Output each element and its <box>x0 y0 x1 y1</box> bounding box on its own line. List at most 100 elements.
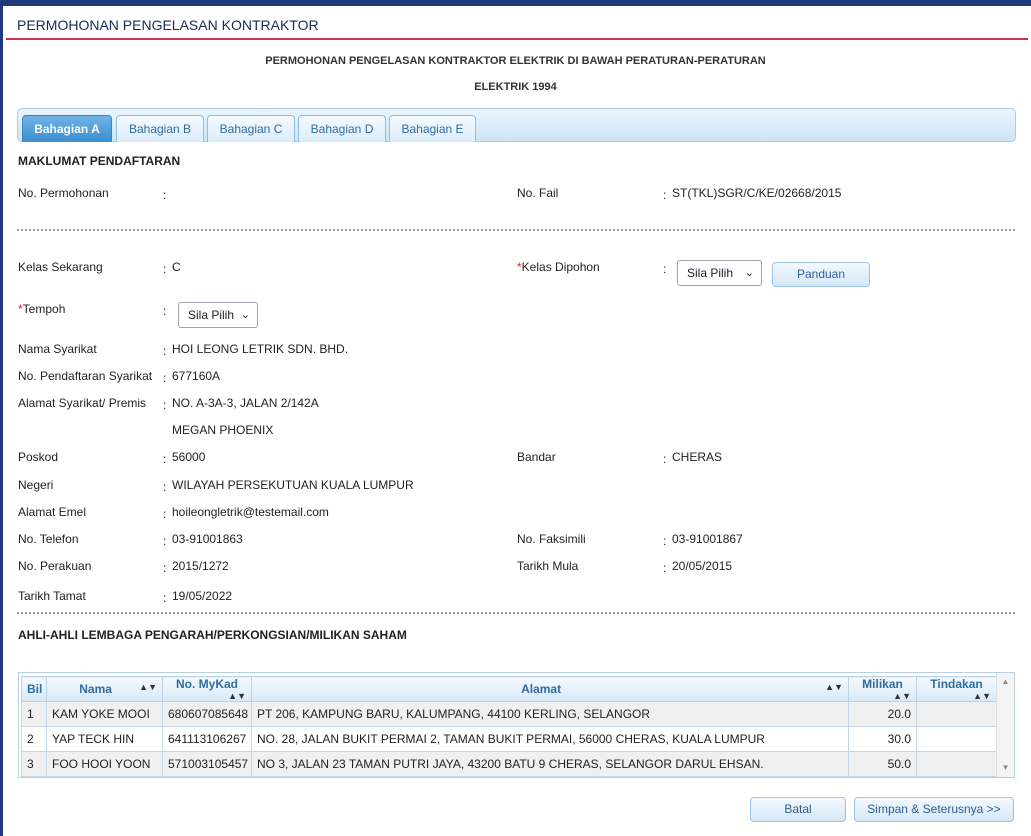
label-tarikh-tamat: Tarikh Tamat <box>18 589 86 603</box>
colon: : <box>163 371 167 385</box>
column-header-bil[interactable]: Bil <box>21 676 47 702</box>
column-header-milikan[interactable]: Milikan ▲▼ <box>848 676 917 702</box>
members-grid: Bil Nama ▲▼ No. MyKad ▲▼ Alamat ▲▼ Milikan ▲… <box>18 672 1015 778</box>
label-telefon: No. Telefon <box>18 532 79 546</box>
cell-tindakan[interactable] <box>916 726 997 752</box>
cell-nama: FOO HOOI YOON <box>46 751 163 777</box>
value-bandar: CHERAS <box>672 450 723 464</box>
label-no-fail: No. Fail <box>517 186 559 200</box>
cell-mykad: 571003105457 <box>162 751 252 777</box>
section-heading-members: AHLI-AHLI LEMBAGA PENGARAH/PERKONGSIAN/M… <box>18 628 407 642</box>
label-tarikh-mula: Tarikh Mula <box>517 559 579 573</box>
cell-bil: 2 <box>21 726 47 752</box>
label-faksimili: No. Faksimili <box>517 532 586 546</box>
table-row[interactable]: 2 YAP TECK HIN 641113106267 NO. 28, JALA… <box>21 726 997 752</box>
colon: : <box>163 591 167 605</box>
value-alamat-line1: NO. A-3A-3, JALAN 2/142A <box>172 396 319 410</box>
value-nama-syarikat: HOI LEONG LETRIK SDN. BHD. <box>172 342 349 356</box>
value-negeri: WILAYAH PERSEKUTUAN KUALA LUMPUR <box>172 478 414 492</box>
batal-button[interactable]: Batal <box>750 797 846 822</box>
table-row[interactable]: 1 KAM YOKE MOOI 680607085648 PT 206, KAM… <box>21 701 997 727</box>
column-header-mykad[interactable]: No. MyKad ▲▼ <box>162 676 252 702</box>
colon: : <box>163 398 167 412</box>
value-telefon: 03-91001863 <box>172 532 243 546</box>
label-kelas-sekarang: Kelas Sekarang <box>18 260 103 274</box>
value-no-pendaftaran: 677160A <box>172 369 221 383</box>
colon: : <box>663 561 667 575</box>
tab-bar: Bahagian A Bahagian B Bahagian C Bahagia… <box>17 108 1016 142</box>
form-title-line2: ELEKTRIK 1994 <box>474 81 557 93</box>
scroll-up-icon[interactable]: ▲ <box>997 675 1014 689</box>
simpan-seterusnya-button[interactable]: Simpan & Seterusnya >> <box>854 797 1014 822</box>
value-tarikh-mula: 20/05/2015 <box>672 559 733 573</box>
sort-icon: ▲▼ <box>973 691 991 701</box>
value-tarikh-tamat: 19/05/2022 <box>172 589 233 603</box>
tempoh-select[interactable]: Sila Pilih ⌄ <box>178 302 258 328</box>
sort-icon: ▲▼ <box>228 691 246 701</box>
cell-tindakan[interactable] <box>916 701 997 727</box>
value-kelas-sekarang: C <box>172 260 181 274</box>
value-no-fail: ST(TKL)SGR/C/KE/02668/2015 <box>672 186 842 200</box>
cell-alamat: NO. 28, JALAN BUKIT PERMAI 2, TAMAN BUKI… <box>251 726 849 752</box>
cell-nama: YAP TECK HIN <box>46 726 163 752</box>
cell-milikan: 50.0 <box>848 751 917 777</box>
tab-bahagian-c[interactable]: Bahagian C <box>207 115 295 142</box>
colon: : <box>163 507 167 521</box>
value-emel: hoileongletrik@testemail.com <box>172 505 329 519</box>
table-row[interactable]: 3 FOO HOOI YOON 571003105457 NO 3, JALAN… <box>21 751 997 777</box>
column-header-nama[interactable]: Nama ▲▼ <box>46 676 163 702</box>
cell-bil: 1 <box>21 701 47 727</box>
cell-alamat: NO 3, JALAN 23 TAMAN PUTRI JAYA, 43200 B… <box>251 751 849 777</box>
colon: : <box>163 188 167 202</box>
label-no-pendaftaran: No. Pendaftaran Syarikat <box>18 369 153 383</box>
dotted-divider <box>17 612 1015 614</box>
cell-mykad: 641113106267 <box>162 726 252 752</box>
colon: : <box>163 262 167 276</box>
section-heading-registration: MAKLUMAT PENDAFTARAN <box>18 154 181 168</box>
colon: : <box>663 452 667 466</box>
value-perakuan: 2015/1272 <box>172 559 229 573</box>
chevron-down-icon: ⌄ <box>744 267 754 279</box>
label-nama-syarikat: Nama Syarikat <box>18 342 97 356</box>
label-perakuan: No. Perakuan <box>18 559 92 573</box>
cell-tindakan[interactable] <box>916 751 997 777</box>
tab-bahagian-e[interactable]: Bahagian E <box>389 115 476 142</box>
panduan-button[interactable]: Panduan <box>772 262 870 287</box>
table-header-row: Bil Nama ▲▼ No. MyKad ▲▼ Alamat ▲▼ Milikan ▲… <box>21 676 997 702</box>
sort-icon: ▲▼ <box>893 691 911 701</box>
colon: : <box>163 561 167 575</box>
grid-scrollbar[interactable]: ▲ ▼ <box>996 673 1014 777</box>
tab-bahagian-a[interactable]: Bahagian A <box>22 115 112 142</box>
sort-icon: ▲▼ <box>139 682 157 692</box>
page-title: PERMOHONAN PENGELASAN KONTRAKTOR <box>17 17 319 33</box>
chevron-down-icon: ⌄ <box>240 309 250 321</box>
column-header-alamat[interactable]: Alamat ▲▼ <box>251 676 849 702</box>
title-divider <box>6 38 1028 40</box>
value-faksimili: 03-91001867 <box>672 532 743 546</box>
scroll-down-icon[interactable]: ▼ <box>997 761 1014 775</box>
members-table: Bil Nama ▲▼ No. MyKad ▲▼ Alamat ▲▼ Milikan ▲… <box>21 676 997 777</box>
colon: : <box>163 452 167 466</box>
column-header-tindakan[interactable]: Tindakan ▲▼ <box>916 676 997 702</box>
cell-mykad: 680607085648 <box>162 701 252 727</box>
form-title-line1: PERMOHONAN PENGELASAN KONTRAKTOR ELEKTRI… <box>265 55 766 67</box>
label-no-permohonan: No. Permohonan <box>18 186 109 200</box>
label-alamat: Alamat Syarikat/ Premis <box>18 396 147 410</box>
tab-bahagian-d[interactable]: Bahagian D <box>298 115 386 142</box>
cell-milikan: 20.0 <box>848 701 917 727</box>
colon: : <box>163 534 167 548</box>
label-kelas-dipohon: *Kelas Dipohon <box>517 260 600 274</box>
colon: : <box>163 344 167 358</box>
value-poskod: 56000 <box>172 450 206 464</box>
label-negeri: Negeri <box>18 478 54 492</box>
label-bandar: Bandar <box>517 450 556 464</box>
label-emel: Alamat Emel <box>18 505 87 519</box>
tab-bahagian-b[interactable]: Bahagian B <box>116 115 204 142</box>
cell-nama: KAM YOKE MOOI <box>46 701 163 727</box>
cell-alamat: PT 206, KAMPUNG BARU, KALUMPANG, 44100 K… <box>251 701 849 727</box>
colon: : <box>163 480 167 494</box>
cell-bil: 3 <box>21 751 47 777</box>
kelas-dipohon-select[interactable]: Sila Pilih ⌄ <box>677 260 762 286</box>
colon: : <box>663 262 667 276</box>
value-alamat-line2: MEGAN PHOENIX <box>172 423 274 437</box>
